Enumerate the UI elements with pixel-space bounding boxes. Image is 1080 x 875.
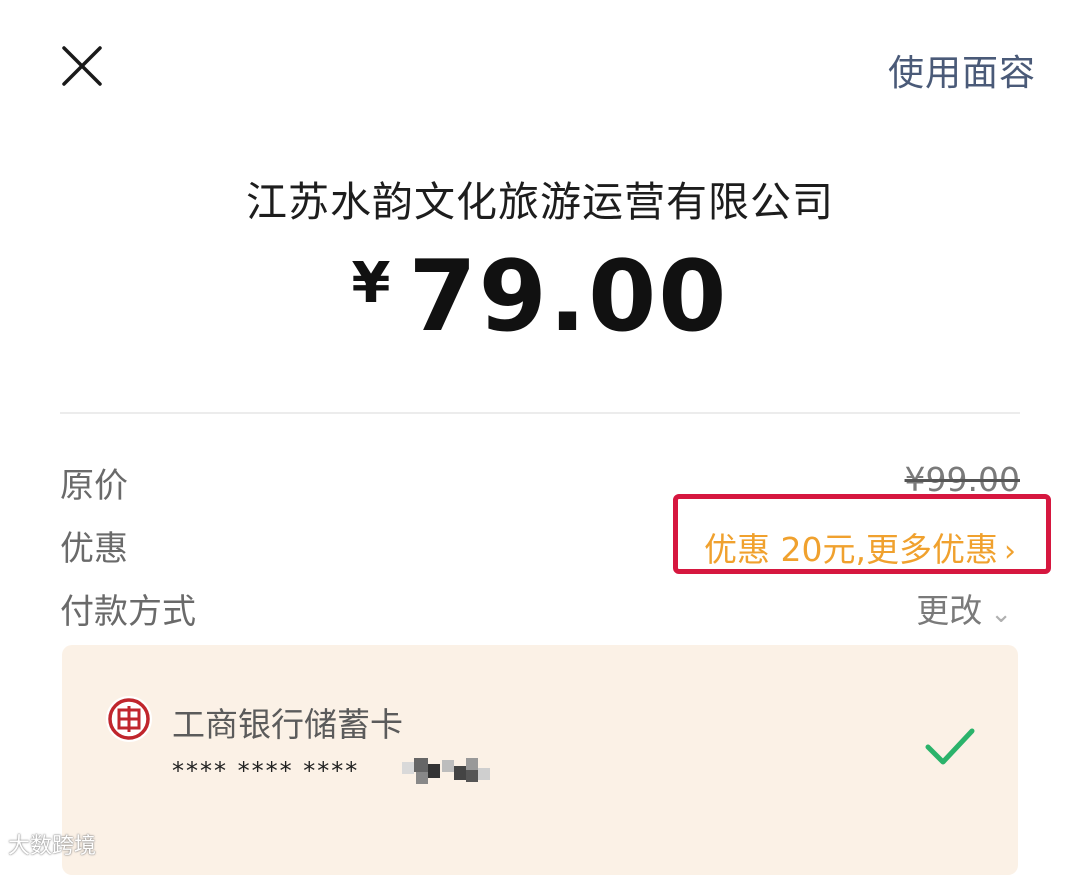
redacted-card-digits <box>402 758 494 790</box>
card-name: 工商银行储蓄卡 <box>172 705 403 744</box>
icbc-logo-icon <box>106 696 152 742</box>
discount-row-value: 优惠 20元,更多优惠 › <box>704 523 1016 571</box>
chevron-down-icon: ⌄ <box>990 599 1012 629</box>
payment-amount: ¥79.00 <box>0 240 1080 354</box>
close-icon <box>62 46 102 86</box>
divider <box>60 412 1020 414</box>
original-price-label: 原价 <box>60 466 128 506</box>
card-number-masked: **** **** **** <box>172 757 360 785</box>
merchant-name: 江苏水韵文化旅游运营有限公司 <box>246 178 834 226</box>
check-icon <box>922 725 978 773</box>
currency-symbol: ¥ <box>351 251 391 316</box>
discount-text: 优惠 20元,更多优惠 <box>704 530 998 569</box>
close-button[interactable] <box>58 42 106 90</box>
watermark: 大数跨境 <box>8 834 97 859</box>
chevron-right-icon: › <box>1004 534 1016 569</box>
change-payment-method-button[interactable]: 更改 ⌄ <box>916 591 1012 630</box>
use-face-id-link[interactable]: 使用面容 <box>888 44 1036 96</box>
discount-label: 优惠 <box>60 529 128 569</box>
payment-method-row-value: 更改 ⌄ <box>916 584 1012 632</box>
discount-link[interactable]: 优惠 20元,更多优惠 › <box>704 530 1016 569</box>
amount-value: 79.00 <box>408 240 729 354</box>
payment-card-option[interactable]: 工商银行储蓄卡 **** **** **** <box>62 645 1018 875</box>
change-label: 更改 <box>916 591 983 630</box>
payment-method-label: 付款方式 <box>60 592 196 632</box>
